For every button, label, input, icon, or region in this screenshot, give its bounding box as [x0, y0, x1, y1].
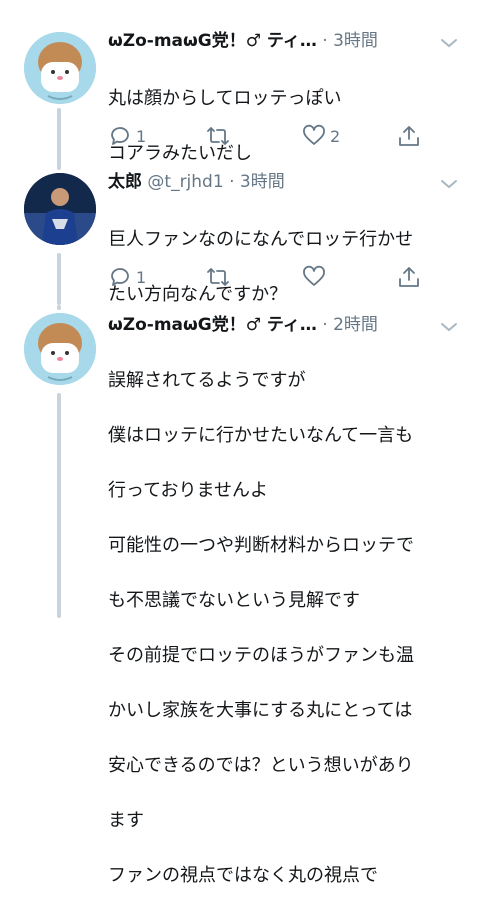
tweet-line: 僕はロッテに行かせたいなんて一言も [108, 424, 414, 446]
tweet-line: 丸は顔からしてロッテっぽい [108, 87, 342, 109]
like-icon [303, 124, 325, 145]
thread-line [57, 305, 61, 310]
player-photo-icon [24, 173, 96, 245]
tweet-line: その前提でロッテのほうがファンも温 [108, 644, 414, 666]
timestamp[interactable]: 3時間 [333, 31, 378, 51]
chevron-down-icon[interactable] [440, 178, 458, 190]
separator: · [322, 31, 328, 51]
thread-line [57, 253, 61, 305]
tweet-line: 可能性の一つや判断材料からロッテで [108, 534, 414, 556]
tweet-header: 太郎 @t_rjhd1 · 3時間 [108, 168, 460, 196]
retweet-button[interactable] [206, 262, 234, 292]
action-bar: 1 [108, 262, 438, 292]
separator: · [322, 315, 328, 335]
timestamp[interactable]: 3時間 [240, 172, 285, 192]
tweet-line: 誤解されてるようですが [108, 369, 306, 391]
drawn-face-icon [24, 32, 96, 104]
chevron-down-icon[interactable] [440, 321, 458, 333]
share-icon [399, 126, 419, 146]
tweet-header: ωZo-maωG党！♂ ティ… · 2時間 [108, 311, 460, 339]
retweet-icon [207, 127, 229, 145]
separator: · [229, 172, 235, 192]
display-name[interactable]: 太郎 [108, 172, 142, 192]
share-button[interactable] [397, 121, 421, 151]
handle[interactable]: @t_rjhd1 [147, 172, 223, 192]
tweet-line: ファンの視点ではなく丸の視点で [108, 864, 378, 886]
tweet-2[interactable]: 太郎 @t_rjhd1 · 3時間 巨人ファンなのになんでロッテ行かせ たい方向… [0, 165, 480, 305]
timestamp[interactable]: 2時間 [333, 315, 378, 335]
reply-icon [111, 268, 129, 286]
avatar[interactable] [24, 313, 96, 385]
tweet-line: 巨人ファンなのになんでロッテ行かせ [108, 228, 414, 250]
reply-icon [111, 127, 129, 145]
display-name[interactable]: ωZo-maωG党！♂ ティ… [108, 315, 317, 335]
tweet-header: ωZo-maωG党！♂ ティ… · 3時間 [108, 27, 460, 55]
tweet-line: ます [108, 809, 144, 831]
tweet-1[interactable]: ωZo-maωG党！♂ ティ… · 3時間 丸は顔からしてロッテっぽい コアラみ… [0, 0, 480, 168]
share-icon [399, 267, 419, 287]
avatar[interactable] [24, 173, 96, 245]
reply-count: 1 [136, 126, 147, 146]
like-button[interactable] [302, 262, 330, 292]
tweet-line: かいし家族を大事にする丸にとっては [108, 699, 413, 721]
like-icon [303, 265, 325, 286]
thread-line [57, 393, 61, 618]
tweet-line: 行っておりませんよ [108, 479, 269, 501]
like-button[interactable]: 2 [302, 121, 340, 151]
retweet-icon [207, 268, 229, 286]
retweet-button[interactable] [206, 121, 234, 151]
reply-count: 1 [136, 267, 147, 287]
tweet-3[interactable]: ωZo-maωG党！♂ ティ… · 2時間 誤解されてるようですが 僕はロッテに… [0, 305, 480, 886]
chevron-down-icon[interactable] [440, 37, 458, 49]
tweet-line: 安心できるのでは？という想いがあり [108, 754, 414, 776]
avatar[interactable] [24, 32, 96, 104]
thread-line [57, 108, 61, 168]
tweet-line: も不思議でないという見解です [108, 589, 360, 611]
reply-button[interactable]: 1 [108, 262, 146, 292]
like-count: 2 [330, 126, 341, 146]
display-name[interactable]: ωZo-maωG党！♂ ティ… [108, 31, 317, 51]
share-button[interactable] [397, 262, 421, 292]
thread-line [57, 165, 61, 170]
tweet-text: 誤解されてるようですが 僕はロッテに行かせたいなんて一言も 行っておりませんよ … [108, 339, 460, 917]
reply-button[interactable]: 1 [108, 121, 146, 151]
action-bar: 1 2 [108, 121, 438, 151]
drawn-face-icon [24, 313, 96, 385]
